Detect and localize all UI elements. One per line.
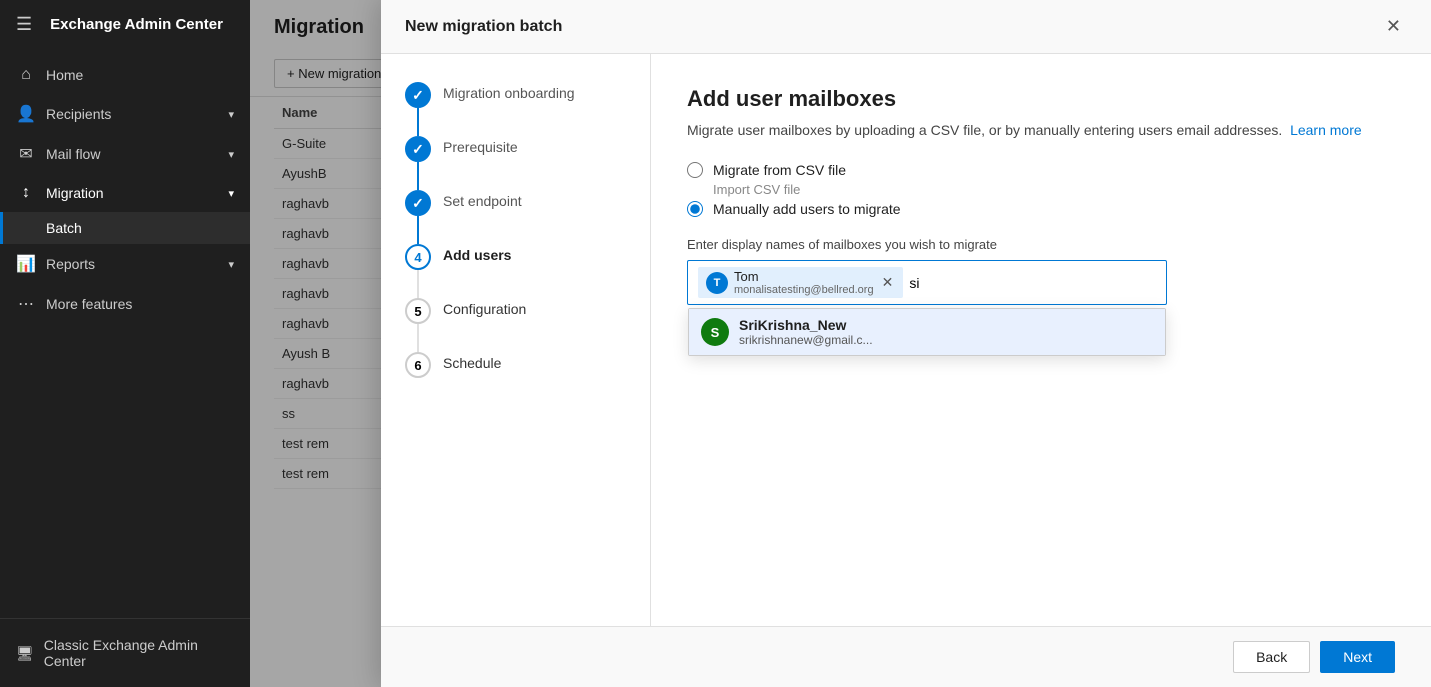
sidebar-item-more-features[interactable]: ⋯ More features xyxy=(0,284,250,324)
sidebar-bottom: 🖥 Classic Exchange Admin Center xyxy=(0,618,250,687)
suggestion-dropdown: S SriKrishna_New srikrishnanew@gmail.c..… xyxy=(688,308,1166,356)
wizard-step-circle-set-endpoint: ✓ xyxy=(405,190,431,216)
wizard-steps: ✓ Migration onboarding ✓ Prerequisite ✓ Set e… xyxy=(381,54,651,626)
manual-radio[interactable] xyxy=(687,201,703,217)
sidebar-item-mail-flow[interactable]: ✉ Mail flow ▾ xyxy=(0,134,250,174)
learn-more-link[interactable]: Learn more xyxy=(1290,122,1362,138)
modal-body: ✓ Migration onboarding ✓ Prerequisite ✓ Set e… xyxy=(381,54,1431,626)
modal-panel: New migration batch ✕ ✓ Migration onboard… xyxy=(381,0,1431,687)
check-icon: ✓ xyxy=(412,195,424,212)
hamburger-icon[interactable]: ☰ xyxy=(16,14,32,35)
wizard-step-label-configuration: Configuration xyxy=(443,298,526,317)
user-tag-tom: T Tom monalisatesting@bellred.org ✕ xyxy=(698,267,903,298)
more-features-icon: ⋯ xyxy=(16,294,36,314)
radio-group: Migrate from CSV file Import CSV file Ma… xyxy=(687,162,1395,217)
wizard-step-circle-prerequisite: ✓ xyxy=(405,136,431,162)
reports-icon: 📊 xyxy=(16,254,36,274)
wizard-step-circle-schedule: 6 xyxy=(405,352,431,378)
users-text-input[interactable] xyxy=(909,275,1156,291)
sidebar-nav: ⌂ Home 👤 Recipients ▾ ✉ Mail flow ▾ ↕ Mi… xyxy=(0,48,250,618)
sidebar-item-label-reports: Reports xyxy=(46,256,218,272)
recipients-icon: 👤 xyxy=(16,104,36,124)
user-tag-avatar-tom: T xyxy=(706,272,728,294)
main-content: Migration + New migration batch Name G-S… xyxy=(250,0,1431,687)
wizard-description: Migrate user mailboxes by uploading a CS… xyxy=(687,122,1395,138)
sidebar-classic-label: Classic Exchange Admin Center xyxy=(44,637,234,669)
wizard-step-circle-configuration: 5 xyxy=(405,298,431,324)
suggestion-avatar-srikrishna: S xyxy=(701,318,729,346)
wizard-step-label-prerequisite: Prerequisite xyxy=(443,136,518,155)
suggestion-item-srikrishna[interactable]: S SriKrishna_New srikrishnanew@gmail.c..… xyxy=(689,309,1165,355)
radio-option-manual[interactable]: Manually add users to migrate xyxy=(687,201,1395,217)
wizard-step-circle-add-users: 4 xyxy=(405,244,431,270)
wizard-step-migration-onboarding: ✓ Migration onboarding xyxy=(381,82,650,136)
wizard-content: Add user mailboxes Migrate user mailboxe… xyxy=(651,54,1431,626)
csv-radio-label: Migrate from CSV file xyxy=(713,162,846,178)
mail-flow-icon: ✉ xyxy=(16,144,36,164)
modal-close-button[interactable]: ✕ xyxy=(1380,14,1407,39)
wizard-step-configuration: 5 Configuration xyxy=(381,298,650,352)
csv-sublabel: Import CSV file xyxy=(713,182,1395,197)
suggestion-name: SriKrishna_New xyxy=(739,317,873,333)
sidebar-header: ☰ Exchange Admin Center xyxy=(0,0,250,48)
chevron-down-icon: ▾ xyxy=(228,108,234,121)
chevron-down-icon-reports: ▾ xyxy=(228,258,234,271)
modal-footer: Back Next xyxy=(381,626,1431,687)
modal-overlay: New migration batch ✕ ✓ Migration onboard… xyxy=(250,0,1431,687)
sidebar-item-label-home: Home xyxy=(46,67,234,83)
check-icon: ✓ xyxy=(412,141,424,158)
wizard-section-title: Add user mailboxes xyxy=(687,86,1395,112)
chevron-down-icon-mail: ▾ xyxy=(228,148,234,161)
sidebar-item-batch[interactable]: Batch xyxy=(0,212,250,244)
wizard-step-add-users: 4 Add users xyxy=(381,244,650,298)
wizard-step-label-migration-onboarding: Migration onboarding xyxy=(443,82,575,101)
suggestion-email: srikrishnanew@gmail.c... xyxy=(739,333,873,347)
users-input-box[interactable]: T Tom monalisatesting@bellred.org ✕ xyxy=(687,260,1167,305)
sidebar: ☰ Exchange Admin Center ⌂ Home 👤 Recipie… xyxy=(0,0,250,687)
wizard-step-prerequisite: ✓ Prerequisite xyxy=(381,136,650,190)
wizard-step-schedule: 6 Schedule xyxy=(381,352,650,406)
sidebar-item-home[interactable]: ⌂ Home xyxy=(0,56,250,94)
wizard-step-circle-migration-onboarding: ✓ xyxy=(405,82,431,108)
sidebar-item-label-recipients: Recipients xyxy=(46,106,218,122)
back-button[interactable]: Back xyxy=(1233,641,1310,673)
sidebar-item-migration[interactable]: ↕ Migration ▾ xyxy=(0,174,250,212)
wizard-step-label-set-endpoint: Set endpoint xyxy=(443,190,522,209)
sidebar-item-label-migration: Migration xyxy=(46,185,218,201)
check-icon: ✓ xyxy=(412,87,424,104)
user-tag-name-tom: Tom xyxy=(734,269,874,284)
wizard-step-label-schedule: Schedule xyxy=(443,352,501,371)
wizard-step-set-endpoint: ✓ Set endpoint xyxy=(381,190,650,244)
sidebar-item-reports[interactable]: 📊 Reports ▾ xyxy=(0,244,250,284)
modal-header: New migration batch ✕ xyxy=(381,0,1431,54)
csv-radio[interactable] xyxy=(687,162,703,178)
classic-icon: 🖥 xyxy=(16,645,34,662)
user-tag-email-tom: monalisatesting@bellred.org xyxy=(734,284,874,296)
sidebar-sub-item-label-batch: Batch xyxy=(46,220,82,236)
radio-option-csv[interactable]: Migrate from CSV file xyxy=(687,162,1395,178)
modal-title: New migration batch xyxy=(405,18,562,36)
users-input-label: Enter display names of mailboxes you wis… xyxy=(687,237,1395,252)
chevron-up-icon: ▾ xyxy=(228,187,234,200)
wizard-step-label-add-users: Add users xyxy=(443,244,511,263)
migration-icon: ↕ xyxy=(16,184,36,202)
sidebar-item-recipients[interactable]: 👤 Recipients ▾ xyxy=(0,94,250,134)
next-button[interactable]: Next xyxy=(1320,641,1395,673)
sidebar-item-label-more-features: More features xyxy=(46,296,234,312)
home-icon: ⌂ xyxy=(16,66,36,84)
sidebar-item-label-mail-flow: Mail flow xyxy=(46,146,218,162)
sidebar-item-classic[interactable]: 🖥 Classic Exchange Admin Center xyxy=(16,629,234,677)
app-title: Exchange Admin Center xyxy=(50,16,223,33)
user-tag-remove-tom[interactable]: ✕ xyxy=(880,274,896,291)
manual-radio-label: Manually add users to migrate xyxy=(713,201,901,217)
